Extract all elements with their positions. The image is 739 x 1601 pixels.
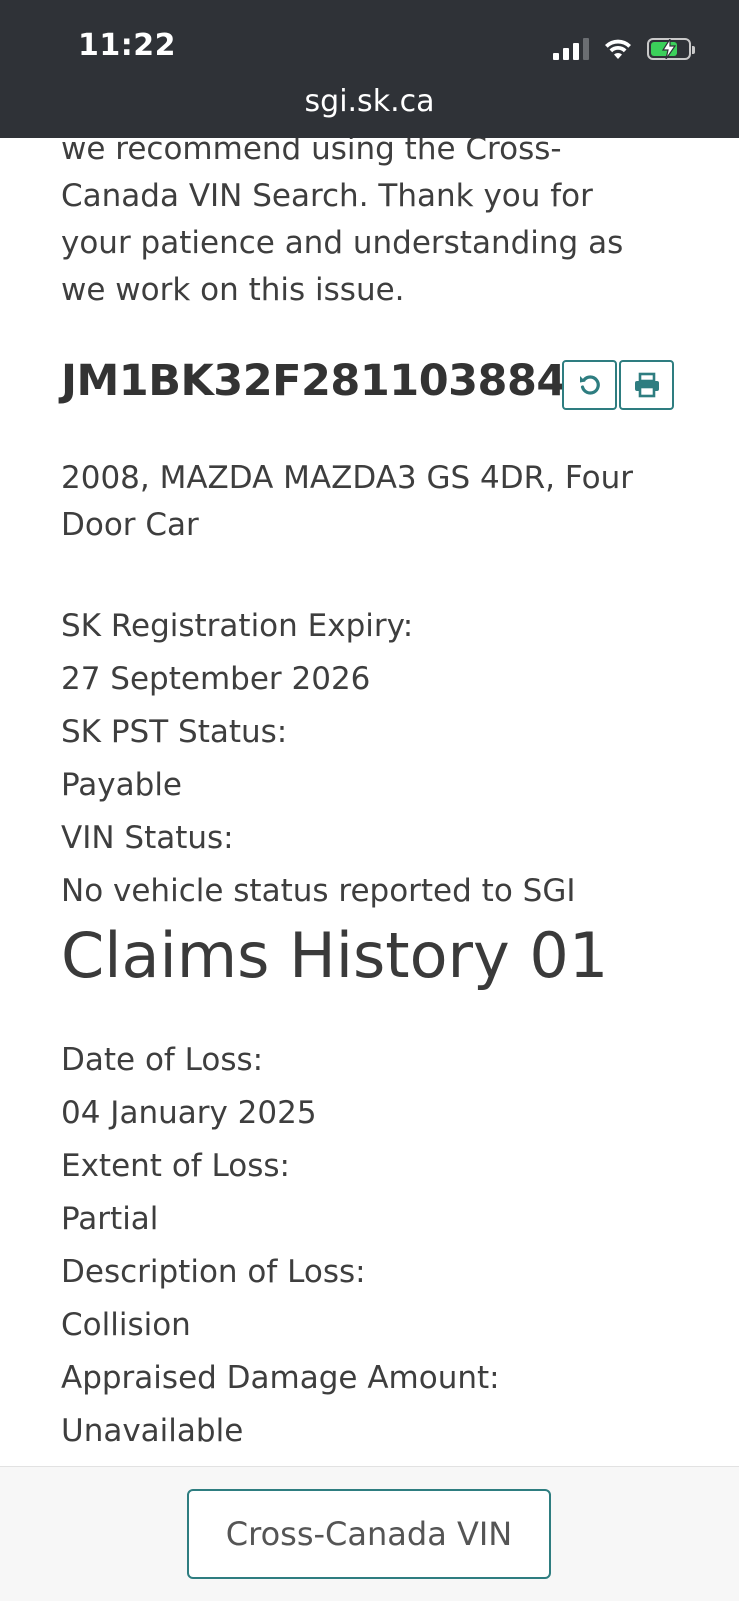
notice-line: we work on this issue.	[61, 272, 405, 308]
vin-header: JM1BK32F281103884	[61, 356, 681, 412]
print-icon	[634, 372, 659, 398]
vehicle-description: 2008, MAZDA MAZDA3 GS 4DR, Four Door Car	[61, 460, 633, 543]
extent-of-loss-value: Partial	[61, 1201, 159, 1237]
description-of-loss-label: Description of Loss:	[61, 1254, 366, 1290]
notice-text: we recommend using the Cross- Canada VIN…	[61, 126, 681, 314]
extent-of-loss-label: Extent of Loss:	[61, 1148, 290, 1184]
browser-top-bar: 11:22 sgi.sk.ca	[0, 0, 739, 138]
claims-history-title: Claims History 01	[61, 919, 609, 992]
wifi-icon	[605, 39, 631, 59]
print-button[interactable]	[619, 360, 674, 410]
cross-canada-vin-button[interactable]: Cross-Canada VIN	[187, 1489, 551, 1579]
registration-value: 27 September 2026	[61, 661, 371, 697]
vehicle-details: SK Registration Expiry: 27 September 202…	[61, 600, 681, 918]
claims-details: Date of Loss: 04 January 2025 Extent of …	[61, 1034, 681, 1458]
pst-label: SK PST Status:	[61, 714, 288, 750]
vin-status-value: No vehicle status reported to SGI	[61, 873, 576, 909]
notice-line: Canada VIN Search. Thank you for	[61, 178, 593, 214]
bottom-action-bar: Cross-Canada VIN	[0, 1466, 739, 1601]
charging-bolt-icon	[661, 39, 677, 59]
status-icons	[553, 36, 695, 62]
vin-status-label: VIN Status:	[61, 820, 234, 856]
appraised-damage-label: Appraised Damage Amount:	[61, 1360, 500, 1396]
refresh-button[interactable]	[562, 360, 617, 410]
refresh-icon	[579, 375, 600, 395]
pst-value: Payable	[61, 767, 183, 803]
date-of-loss-label: Date of Loss:	[61, 1042, 264, 1078]
date-of-loss-value: 04 January 2025	[61, 1095, 317, 1131]
description-of-loss-value: Collision	[61, 1307, 191, 1343]
cellular-signal-icon	[553, 38, 589, 60]
notice-line: your patience and understanding as	[61, 225, 624, 261]
registration-label: SK Registration Expiry:	[61, 608, 414, 644]
battery-icon	[647, 38, 695, 60]
vin-number: JM1BK32F281103884	[61, 356, 566, 406]
appraised-damage-value: Unavailable	[61, 1413, 244, 1449]
status-time: 11:22	[78, 28, 176, 63]
url-bar[interactable]: sgi.sk.ca	[0, 84, 739, 119]
